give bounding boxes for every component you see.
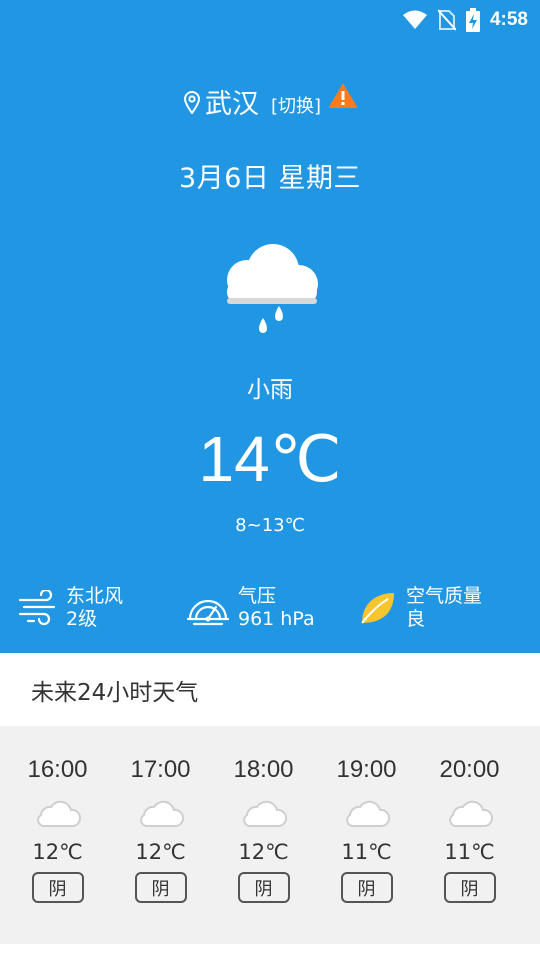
current-temperature: 14℃ (198, 423, 342, 495)
wind-direction: 东北风 (66, 585, 124, 607)
hourly-temp: 11℃ (341, 840, 392, 864)
pressure-value: 961 hPa (238, 608, 315, 630)
wind-metric: 东北风 2级 (18, 585, 123, 631)
hourly-item: 16:00 12℃ 阴 (6, 726, 109, 944)
hourly-time: 19:00 (336, 756, 397, 783)
air-quality-label: 空气质量 (406, 585, 483, 607)
battery-charging-icon (465, 8, 480, 32)
hourly-temp: 12℃ (238, 840, 289, 864)
cloudy-icon (36, 800, 81, 827)
wifi-icon (402, 10, 427, 29)
clock: 4:58 (489, 9, 528, 30)
weather-condition: 小雨 (247, 377, 293, 403)
light-rain-icon (227, 244, 318, 333)
hourly-condition-badge: 阴 (443, 872, 496, 903)
no-sim-icon (437, 9, 456, 31)
cloudy-icon (345, 800, 390, 827)
hourly-time: 18:00 (233, 756, 294, 783)
hourly-condition-badge: 阴 (340, 872, 393, 903)
hourly-item: 19:00 11℃ 阴 (315, 726, 418, 944)
hourly-time: 16:00 (27, 756, 88, 783)
date-label: 3月6日 星期三 (179, 163, 361, 194)
cloudy-icon (139, 800, 184, 827)
air-quality-metric: 空气质量 良 (358, 585, 482, 631)
cloudy-icon (448, 800, 493, 827)
hourly-temp: 12℃ (135, 840, 186, 864)
hourly-forecast[interactable]: 16:00 12℃ 阴 17:00 12℃ 阴 18:00 12℃ 阴 19:0… (0, 726, 540, 944)
pressure-gauge-icon (186, 599, 230, 626)
hourly-temp: 11℃ (444, 840, 495, 864)
temperature-range: 8~13℃ (235, 515, 305, 536)
pressure-metric: 气压 961 hPa (186, 585, 315, 631)
hourly-condition-badge: 阴 (237, 872, 290, 903)
hourly-condition-badge: 阴 (31, 872, 84, 903)
status-bar: 4:58 (402, 6, 528, 34)
location-pin-icon (183, 90, 200, 114)
wind-level: 2级 (66, 608, 98, 630)
future-title: 未来24小时天气 (31, 679, 199, 706)
hourly-condition-badge: 阴 (134, 872, 187, 903)
weather-header: 4:58 武汉 [切换] 3月6日 星期三 小雨 14℃ 8~13℃ 东北风 2… (0, 0, 540, 653)
hourly-item: 20:00 11℃ 阴 (418, 726, 521, 944)
hourly-item: 18:00 12℃ 阴 (212, 726, 315, 944)
city-name: 武汉 (204, 89, 259, 120)
hourly-time: 20:00 (439, 756, 500, 783)
hourly-temp: 12℃ (32, 840, 83, 864)
hourly-time: 17:00 (130, 756, 191, 783)
leaf-icon (361, 593, 394, 624)
wind-icon (18, 590, 56, 626)
pressure-label: 气压 (238, 585, 277, 607)
location-row: 武汉 [切换] (0, 82, 540, 121)
future-header: 未来24小时天气 (0, 653, 540, 726)
air-quality-value: 良 (406, 608, 426, 630)
cloudy-icon (242, 800, 287, 827)
switch-city-link[interactable]: [切换] (271, 92, 321, 118)
hourly-item: 17:00 12℃ 阴 (109, 726, 212, 944)
warning-icon[interactable] (329, 83, 358, 109)
